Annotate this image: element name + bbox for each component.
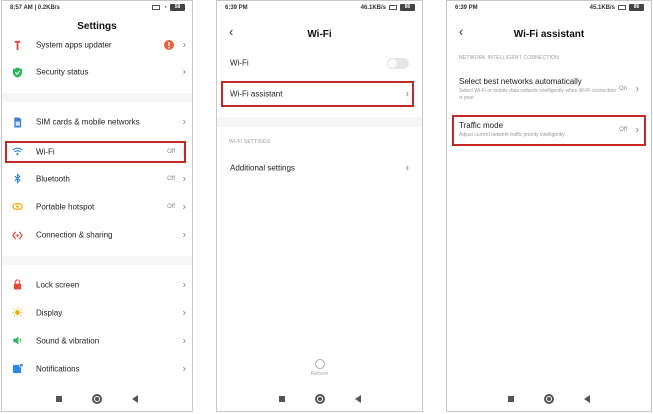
section-divider <box>217 117 422 127</box>
wifi-toggle[interactable] <box>387 58 409 69</box>
back-button[interactable] <box>132 395 138 403</box>
status-bar: 8:57 AM | 0.2KB/s ◔ 58 <box>2 1 192 14</box>
recents-button[interactable] <box>56 396 62 402</box>
settings-item-connection-sharing[interactable]: Connection & sharing › <box>2 226 192 244</box>
status-bar: 6:39 PM 45.1KB/s 86 <box>447 1 651 14</box>
connection-icon <box>12 230 23 240</box>
chevron-right-icon: › <box>182 306 186 318</box>
chevron-right-icon: › <box>182 66 186 78</box>
home-button[interactable] <box>544 394 554 404</box>
update-badge-icon <box>164 40 174 50</box>
hotspot-icon <box>12 203 23 210</box>
nav-bar <box>217 393 422 405</box>
settings-item-security-status[interactable]: Security status › <box>2 64 192 80</box>
signal-icon <box>152 5 161 10</box>
status-time: 8:57 AM | 0.2KB/s <box>10 5 60 11</box>
chevron-right-icon: › <box>182 116 186 128</box>
home-button[interactable] <box>314 394 325 404</box>
recents-button[interactable] <box>278 396 285 402</box>
bluetooth-icon <box>14 173 21 184</box>
chevron-right-icon: › <box>182 278 186 290</box>
status-time: 6:39 PM <box>455 5 478 11</box>
settings-item-display[interactable]: Display › <box>2 304 192 321</box>
section-heading: WI-FI SETTINGS <box>229 139 271 145</box>
home-button[interactable] <box>92 394 102 404</box>
chevron-right-icon: › <box>182 200 186 212</box>
wifi-status-icon: ◔ <box>163 4 167 11</box>
sun-icon <box>12 307 23 318</box>
signal-icon <box>618 5 626 10</box>
chevron-right-icon: › <box>405 162 409 174</box>
speaker-icon <box>13 336 22 345</box>
section-heading: NETWORK INTELLIGENT CONNECTION <box>459 55 560 61</box>
section-divider <box>2 93 192 102</box>
phone-arrow-icon <box>14 40 21 50</box>
status-bar: 6:39 PM 46.1KB/s 86 <box>217 1 422 14</box>
network-speed: 46.1KB/s <box>360 4 386 11</box>
best-networks-value: On <box>618 86 627 92</box>
settings-item-sim-cards[interactable]: SIM cards & mobile networks › <box>2 113 192 131</box>
settings-screen: 8:57 AM | 0.2KB/s ◔ 58 Settings System a… <box>1 0 193 412</box>
settings-item-sound-vibration[interactable]: Sound & vibration › <box>2 332 192 349</box>
sim-icon <box>14 116 22 128</box>
page-title: Wi-Fi assistant <box>513 29 585 40</box>
recents-button[interactable] <box>508 396 514 402</box>
chevron-right-icon: › <box>182 334 186 346</box>
nav-bar <box>447 393 651 405</box>
additional-settings-row[interactable]: Additional settings › <box>217 159 422 177</box>
wifi-assistant-screen: 6:39 PM 45.1KB/s 86 ‹ Wi-Fi assistant NE… <box>446 0 652 412</box>
refresh-button[interactable]: Refresh <box>217 359 422 377</box>
back-button[interactable] <box>354 395 361 403</box>
chevron-right-icon: › <box>182 362 186 374</box>
network-speed: 45.1KB/s <box>589 4 615 11</box>
settings-item-portable-hotspot[interactable]: Portable hotspot Off › <box>2 198 192 215</box>
status-time: 6:39 PM <box>225 5 248 11</box>
battery-icon: 86 <box>629 4 644 11</box>
chevron-right-icon: › <box>182 39 186 51</box>
settings-item-system-apps-updater[interactable]: System apps updater › <box>2 37 192 53</box>
wifi-highlight-box <box>5 141 186 163</box>
traffic-mode-highlight-box <box>452 115 646 146</box>
signal-icon <box>389 5 397 10</box>
lock-icon <box>13 279 22 290</box>
nav-bar <box>2 393 192 405</box>
battery-icon: 86 <box>400 4 415 11</box>
wifi-screen: 6:39 PM 46.1KB/s 86 ‹ Wi-Fi Wi-Fi Wi-Fi … <box>216 0 423 412</box>
settings-item-bluetooth[interactable]: Bluetooth Off › <box>2 170 192 187</box>
back-button[interactable] <box>584 395 590 403</box>
settings-item-lock-screen[interactable]: Lock screen › <box>2 276 192 293</box>
refresh-icon <box>314 359 325 369</box>
wifi-toggle-row[interactable]: Wi-Fi <box>217 55 422 71</box>
chevron-right-icon: › <box>635 83 639 95</box>
notification-icon <box>12 363 23 374</box>
shield-icon <box>12 66 23 78</box>
settings-item-notifications[interactable]: Notifications › <box>2 360 192 377</box>
section-divider <box>2 256 192 265</box>
page-title: Settings <box>77 21 117 32</box>
chevron-right-icon: › <box>182 229 186 241</box>
chevron-right-icon: › <box>182 172 186 184</box>
page-title: Wi-Fi <box>307 29 332 40</box>
battery-icon: 58 <box>170 4 185 11</box>
select-best-networks-row[interactable]: Select best networks automatically Selec… <box>459 77 641 101</box>
wifi-assistant-highlight-box <box>221 81 414 107</box>
